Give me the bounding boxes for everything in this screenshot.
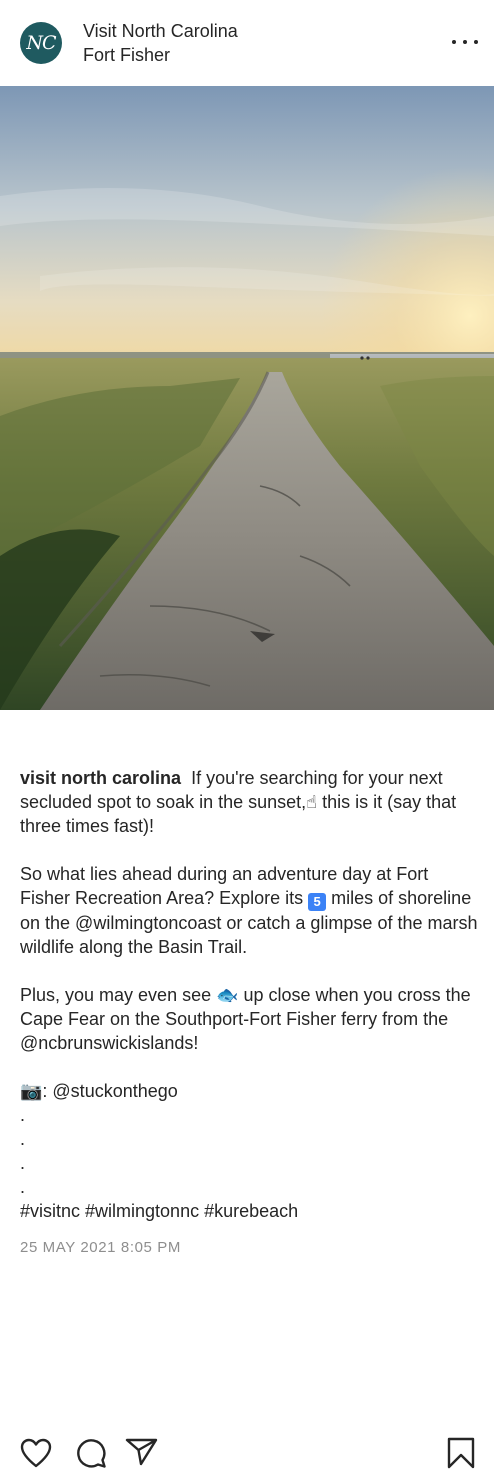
paper-plane-icon[interactable] xyxy=(125,1437,159,1467)
post-photo[interactable] xyxy=(0,86,494,710)
more-options-button[interactable] xyxy=(452,30,478,54)
post-header-text: Visit North Carolina Fort Fisher xyxy=(83,19,238,67)
avatar[interactable]: NC xyxy=(20,22,62,64)
post-header: NC Visit North Carolina Fort Fisher xyxy=(0,0,494,86)
more-dot xyxy=(474,40,478,44)
caption-dot: . xyxy=(20,1177,26,1197)
caption-username[interactable]: visit north carolina xyxy=(20,768,181,788)
caption-paragraph-3: Plus, you may even see 🐟 up close when y… xyxy=(20,985,471,1053)
heart-icon[interactable] xyxy=(20,1438,52,1468)
action-bar xyxy=(0,710,494,1469)
bookmark-icon[interactable] xyxy=(447,1437,475,1469)
post-timestamp: 25 MAY 2021 8:05 PM xyxy=(20,1239,181,1256)
more-horizontal-icon xyxy=(452,40,456,44)
location-link[interactable]: Fort Fisher xyxy=(83,43,238,67)
caption-dot: . xyxy=(20,1105,26,1125)
post-caption: visit north carolina If you're searching… xyxy=(20,766,480,1223)
account-name[interactable]: Visit North Carolina xyxy=(83,19,238,43)
caption-paragraph-1: visit north carolina If you're searching… xyxy=(20,766,480,838)
caption-paragraph-2: So what lies ahead during an adventure d… xyxy=(20,862,480,959)
hashtags[interactable]: #visitnc #wilmingtonnc #kurebeach xyxy=(20,1199,480,1223)
photo-credit: 📷: @stuckonthego xyxy=(20,1081,178,1101)
caption-dot: . xyxy=(20,1153,26,1173)
avatar-logo: NC xyxy=(26,32,56,54)
caption-dot: . xyxy=(20,1129,26,1149)
photo-artwork xyxy=(0,86,494,710)
more-dot xyxy=(463,40,467,44)
comment-icon[interactable] xyxy=(75,1437,107,1469)
keycap-five-emoji: 5 xyxy=(308,893,327,911)
